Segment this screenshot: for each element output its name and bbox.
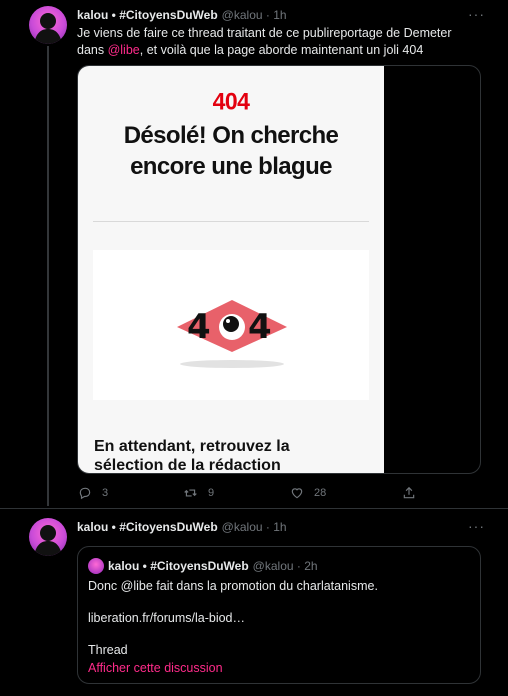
error-code: 404	[212, 87, 250, 115]
author-handle[interactable]: @kalou · 1h	[222, 520, 287, 534]
share-button[interactable]	[402, 486, 416, 500]
author-handle[interactable]: @kalou · 1h	[222, 8, 287, 22]
tweet-separator	[0, 508, 508, 509]
quote-avatar	[88, 558, 104, 574]
show-discussion-link[interactable]: Afficher cette discussion	[88, 660, 223, 677]
author-name[interactable]: kalou • #CitoyensDuWeb	[77, 520, 218, 534]
thread-connector	[47, 46, 49, 506]
retweet-button[interactable]: 9	[183, 486, 214, 500]
eye-diamond-icon	[177, 300, 287, 368]
avatar-silhouette-icon	[34, 13, 62, 44]
divider	[93, 221, 369, 222]
retweet-count: 9	[208, 487, 215, 499]
reply-button[interactable]: 3	[78, 486, 108, 500]
graphic-digit-right: 4	[248, 307, 272, 347]
quoted-tweet[interactable]: kalou • #CitoyensDuWeb @kalou · 2h Donc …	[77, 546, 481, 684]
quote-text: Donc @libe fait dans la promotion du cha…	[88, 579, 378, 593]
graphic-digit-left: 4	[187, 307, 211, 347]
avatar-silhouette-icon	[34, 525, 62, 556]
media-page-screenshot: 404 Désolé! On cherche encore une blague…	[78, 66, 384, 474]
retweet-icon	[184, 489, 197, 497]
reply-count: 3	[102, 487, 109, 499]
like-button[interactable]: 28	[290, 486, 326, 500]
author-name[interactable]: kalou • #CitoyensDuWeb	[77, 8, 218, 22]
avatar[interactable]	[29, 6, 67, 44]
avatar[interactable]	[29, 518, 67, 556]
like-count: 28	[314, 487, 327, 499]
error-headline: Désolé! On cherche encore une blague	[123, 122, 339, 180]
like-icon	[291, 488, 303, 499]
share-icon	[403, 486, 415, 499]
media-footer-text: En attendant, retrouvez la sélection de …	[94, 438, 290, 474]
tweet-text: Je viens de faire ce thread traitant de …	[77, 26, 452, 57]
error-graphic: 4 4	[93, 250, 369, 400]
quote-header: kalou • #CitoyensDuWeb @kalou · 2h	[108, 559, 318, 573]
more-icon[interactable]: ···	[468, 518, 485, 534]
more-icon[interactable]: ···	[468, 6, 485, 22]
thread-label: Thread	[88, 643, 128, 657]
tweet-header: kalou • #CitoyensDuWeb @kalou · 1h	[77, 8, 287, 22]
reply-icon	[79, 487, 91, 500]
mention-link[interactable]: @libe	[108, 43, 140, 57]
quote-author-name: kalou • #CitoyensDuWeb	[108, 559, 249, 573]
tweet-header: kalou • #CitoyensDuWeb @kalou · 1h	[77, 520, 287, 534]
quote-author-handle: @kalou · 2h	[252, 559, 318, 573]
tweet-media[interactable]: 404 Désolé! On cherche encore une blague…	[77, 65, 481, 474]
quote-link[interactable]: liberation.fr/forums/la-biod…	[88, 610, 245, 627]
